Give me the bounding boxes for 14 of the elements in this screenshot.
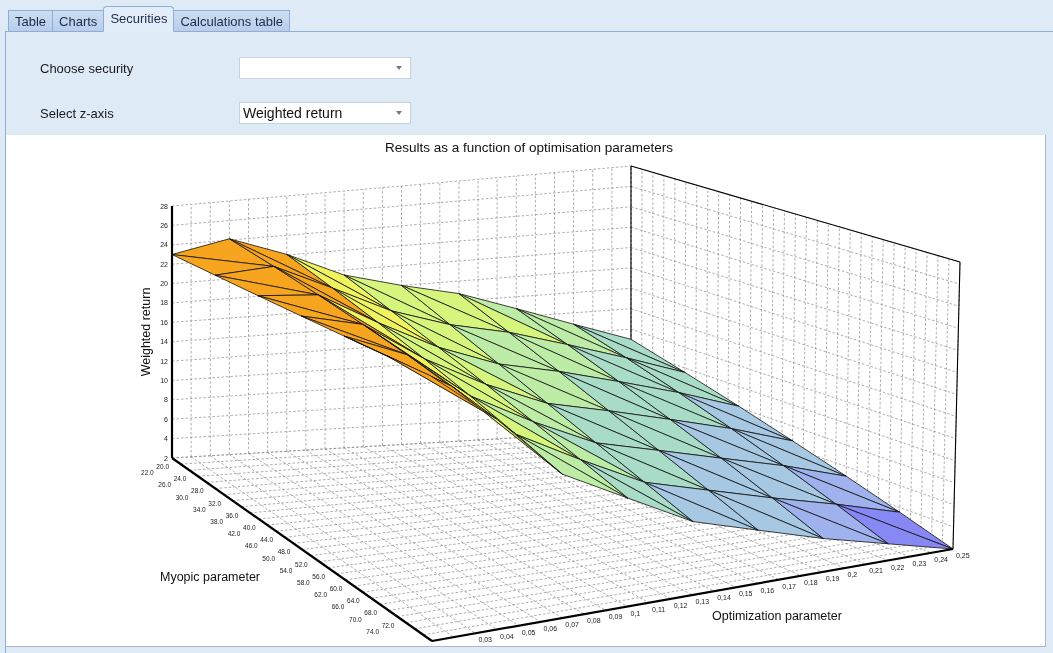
field-label: Choose security [40, 60, 134, 76]
dropdown-field[interactable] [239, 57, 411, 79]
tab[interactable]: Charts [52, 10, 105, 31]
tab[interactable]: Table [8, 10, 54, 31]
chart-title: Results as a function of optimisation parameters [384, 140, 674, 155]
tab[interactable]: Calculations table [173, 10, 291, 31]
dropdown-field[interactable]: Weighted return [239, 102, 411, 124]
tab[interactable]: Securities [103, 6, 175, 32]
axis-title: Myopic parameter [160, 570, 261, 584]
caret-icon [396, 66, 402, 70]
caret-icon [396, 111, 402, 115]
axis-title: Weighted return [139, 287, 153, 377]
axis-title: Optimization parameter [712, 609, 842, 623]
field-label: Select z-axis [40, 105, 114, 121]
